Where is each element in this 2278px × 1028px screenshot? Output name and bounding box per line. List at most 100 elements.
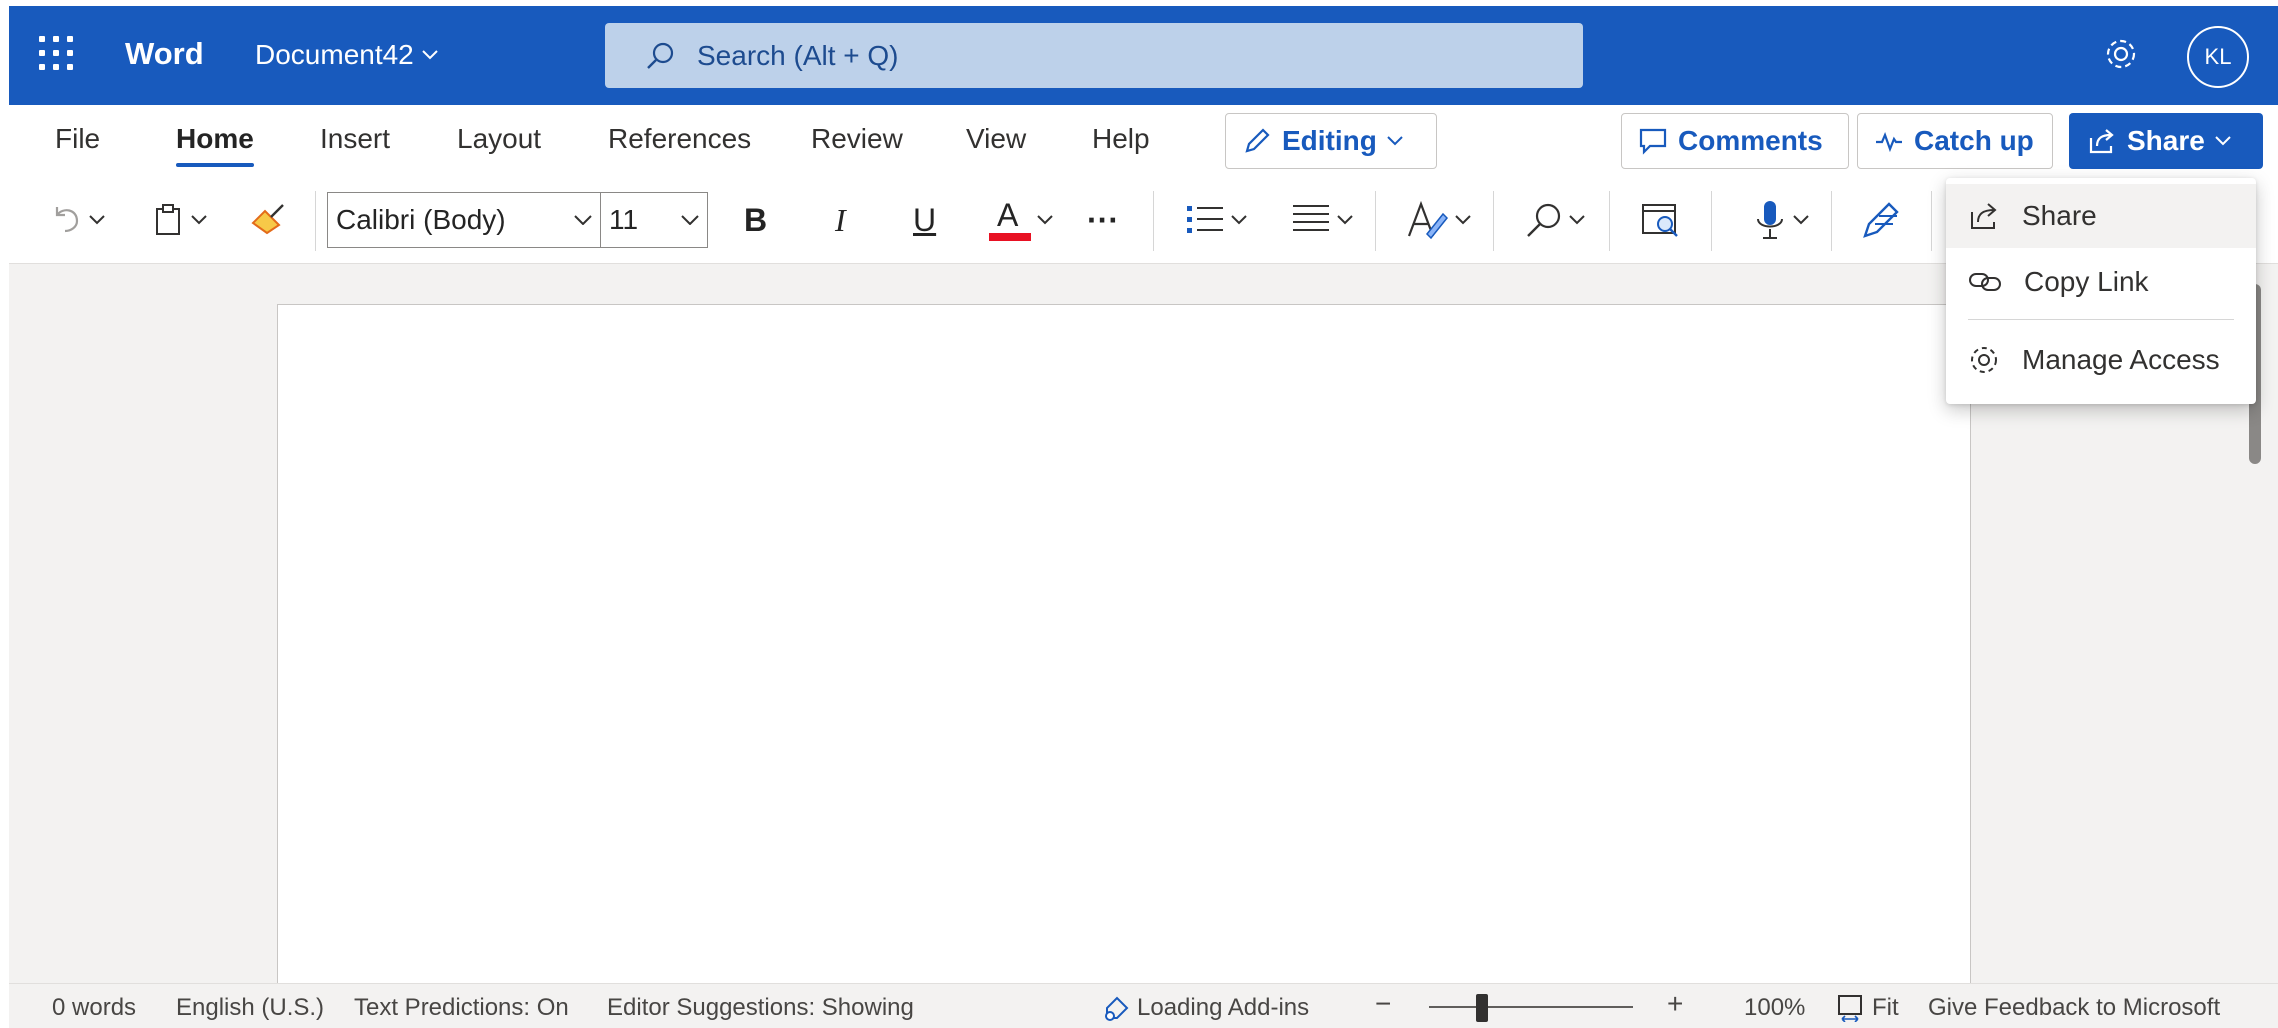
chevron-down-icon — [574, 215, 592, 225]
tab-home[interactable]: Home — [176, 123, 254, 167]
chevron-down-icon — [1037, 215, 1053, 225]
reader-view-icon — [1642, 204, 1678, 237]
tab-view[interactable]: View — [966, 123, 1026, 155]
find-magnifier-icon — [1527, 203, 1561, 237]
comments-button[interactable]: Comments — [1621, 113, 1849, 169]
share-button[interactable]: Share — [2069, 113, 2263, 169]
chevron-down-icon — [191, 215, 207, 225]
app-name[interactable]: Word — [125, 36, 204, 72]
chevron-down-icon — [422, 50, 438, 60]
addin-puzzle-icon — [1105, 996, 1129, 1021]
copy-link-menu-item[interactable]: Copy Link — [1946, 250, 2256, 314]
styles-button[interactable] — [1407, 195, 1471, 245]
search-placeholder: Search (Alt + Q) — [697, 39, 899, 71]
toolbar-separator — [1375, 191, 1376, 251]
font-color-icon: A — [989, 197, 1031, 243]
toolbar-separator — [1931, 191, 1932, 251]
bullets-button[interactable] — [1185, 195, 1247, 245]
find-button[interactable] — [1525, 195, 1585, 245]
immersive-reader-button[interactable] — [1641, 195, 1681, 245]
editing-mode-button[interactable]: Editing — [1225, 113, 1437, 169]
status-bar: 0 words English (U.S.) Text Predictions:… — [9, 983, 2278, 1028]
fit-label: Fit — [1872, 994, 1899, 1021]
format-painter-button[interactable] — [249, 195, 287, 245]
title-bar: Word Document42 Search (Alt + Q) KL — [9, 6, 2278, 105]
tab-layout[interactable]: Layout — [457, 123, 541, 155]
avatar[interactable]: KL — [2187, 26, 2249, 88]
chevron-down-icon — [1231, 215, 1247, 225]
styles-icon — [1407, 200, 1449, 240]
left-edge — [0, 0, 9, 1028]
catch-up-button[interactable]: Catch up — [1857, 113, 2053, 169]
text-predictions-status[interactable]: Text Predictions: On — [354, 994, 569, 1022]
more-formatting-button[interactable]: ··· — [1087, 195, 1119, 245]
toolbar-separator — [1153, 191, 1154, 251]
chevron-down-icon — [1793, 215, 1809, 225]
menu-divider — [1968, 319, 2234, 320]
zoom-out-button[interactable]: − — [1375, 988, 1391, 1020]
italic-label: I — [835, 201, 846, 238]
font-name-value: Calibri (Body) — [336, 204, 506, 235]
zoom-level[interactable]: 100% — [1744, 994, 1805, 1022]
link-icon — [1969, 273, 2001, 291]
search-icon — [647, 42, 674, 69]
loading-addins-label: Loading Add-ins — [1137, 994, 1310, 1021]
tab-references[interactable]: References — [608, 123, 751, 155]
toolbar-separator — [1831, 191, 1832, 251]
tab-help[interactable]: Help — [1092, 123, 1150, 155]
bold-label: B — [744, 201, 768, 238]
app-launcher-icon[interactable] — [39, 36, 73, 70]
word-count[interactable]: 0 words — [52, 994, 136, 1022]
share-label: Share — [2127, 125, 2205, 156]
zoom-slider-thumb[interactable] — [1476, 994, 1488, 1022]
align-text-icon — [1293, 205, 1329, 231]
document-title[interactable]: Document42 — [255, 39, 438, 71]
chevron-down-icon — [1569, 215, 1585, 225]
comment-icon — [1639, 128, 1667, 155]
font-size-select[interactable]: 11 — [600, 192, 708, 248]
chevron-down-icon — [1387, 136, 1403, 146]
alignment-button[interactable] — [1291, 195, 1353, 245]
dictate-button[interactable] — [1753, 195, 1809, 245]
pencil-icon — [1245, 128, 1270, 153]
fit-button[interactable]: Fit — [1836, 994, 1899, 1022]
toolbar-separator — [1493, 191, 1494, 251]
zoom-in-button[interactable]: + — [1667, 988, 1683, 1020]
share-menu-item[interactable]: Share — [1946, 184, 2256, 248]
italic-button[interactable]: I — [835, 195, 846, 245]
settings-gear-icon — [1971, 347, 1997, 373]
undo-icon — [55, 207, 79, 233]
toolbar-separator — [315, 191, 316, 251]
bold-button[interactable]: B — [744, 195, 767, 245]
chevron-down-icon — [1337, 215, 1353, 225]
clipboard-icon — [156, 204, 180, 235]
editor-button[interactable] — [1861, 195, 1903, 245]
font-color-letter: A — [997, 197, 1019, 233]
fit-page-icon — [1838, 995, 1862, 1022]
share-dropdown-menu: Share Copy Link Manage Access — [1946, 178, 2256, 404]
font-name-select[interactable]: Calibri (Body) — [327, 192, 601, 248]
settings-gear-icon[interactable] — [2103, 36, 2139, 77]
font-color-button[interactable]: A — [989, 195, 1053, 245]
underline-button[interactable]: U — [913, 195, 936, 245]
toolbar-separator — [1711, 191, 1712, 251]
feedback-link[interactable]: Give Feedback to Microsoft — [1928, 994, 2220, 1022]
editor-suggestions-status[interactable]: Editor Suggestions: Showing — [607, 994, 914, 1022]
manage-access-menu-item[interactable]: Manage Access — [1946, 328, 2256, 392]
manage-access-label: Manage Access — [2022, 344, 2220, 375]
paste-button[interactable] — [151, 195, 207, 245]
loading-addins-status[interactable]: Loading Add-ins — [1103, 994, 1309, 1022]
home-ribbon-toolbar: Calibri (Body) 11 B I U A ··· — [9, 181, 2278, 263]
search-box[interactable]: Search (Alt + Q) — [605, 23, 1583, 88]
editing-label: Editing — [1282, 125, 1377, 156]
share-icon — [2089, 129, 2114, 154]
comments-label: Comments — [1678, 125, 1823, 156]
word-window: Word Document42 Search (Alt + Q) KL File… — [0, 0, 2278, 1028]
document-page[interactable] — [277, 304, 1971, 1004]
zoom-slider-track[interactable] — [1429, 1006, 1633, 1008]
tab-review[interactable]: Review — [811, 123, 903, 155]
tab-insert[interactable]: Insert — [320, 123, 390, 155]
undo-button[interactable] — [49, 195, 105, 245]
tab-file[interactable]: File — [55, 123, 100, 155]
language-indicator[interactable]: English (U.S.) — [176, 994, 324, 1022]
